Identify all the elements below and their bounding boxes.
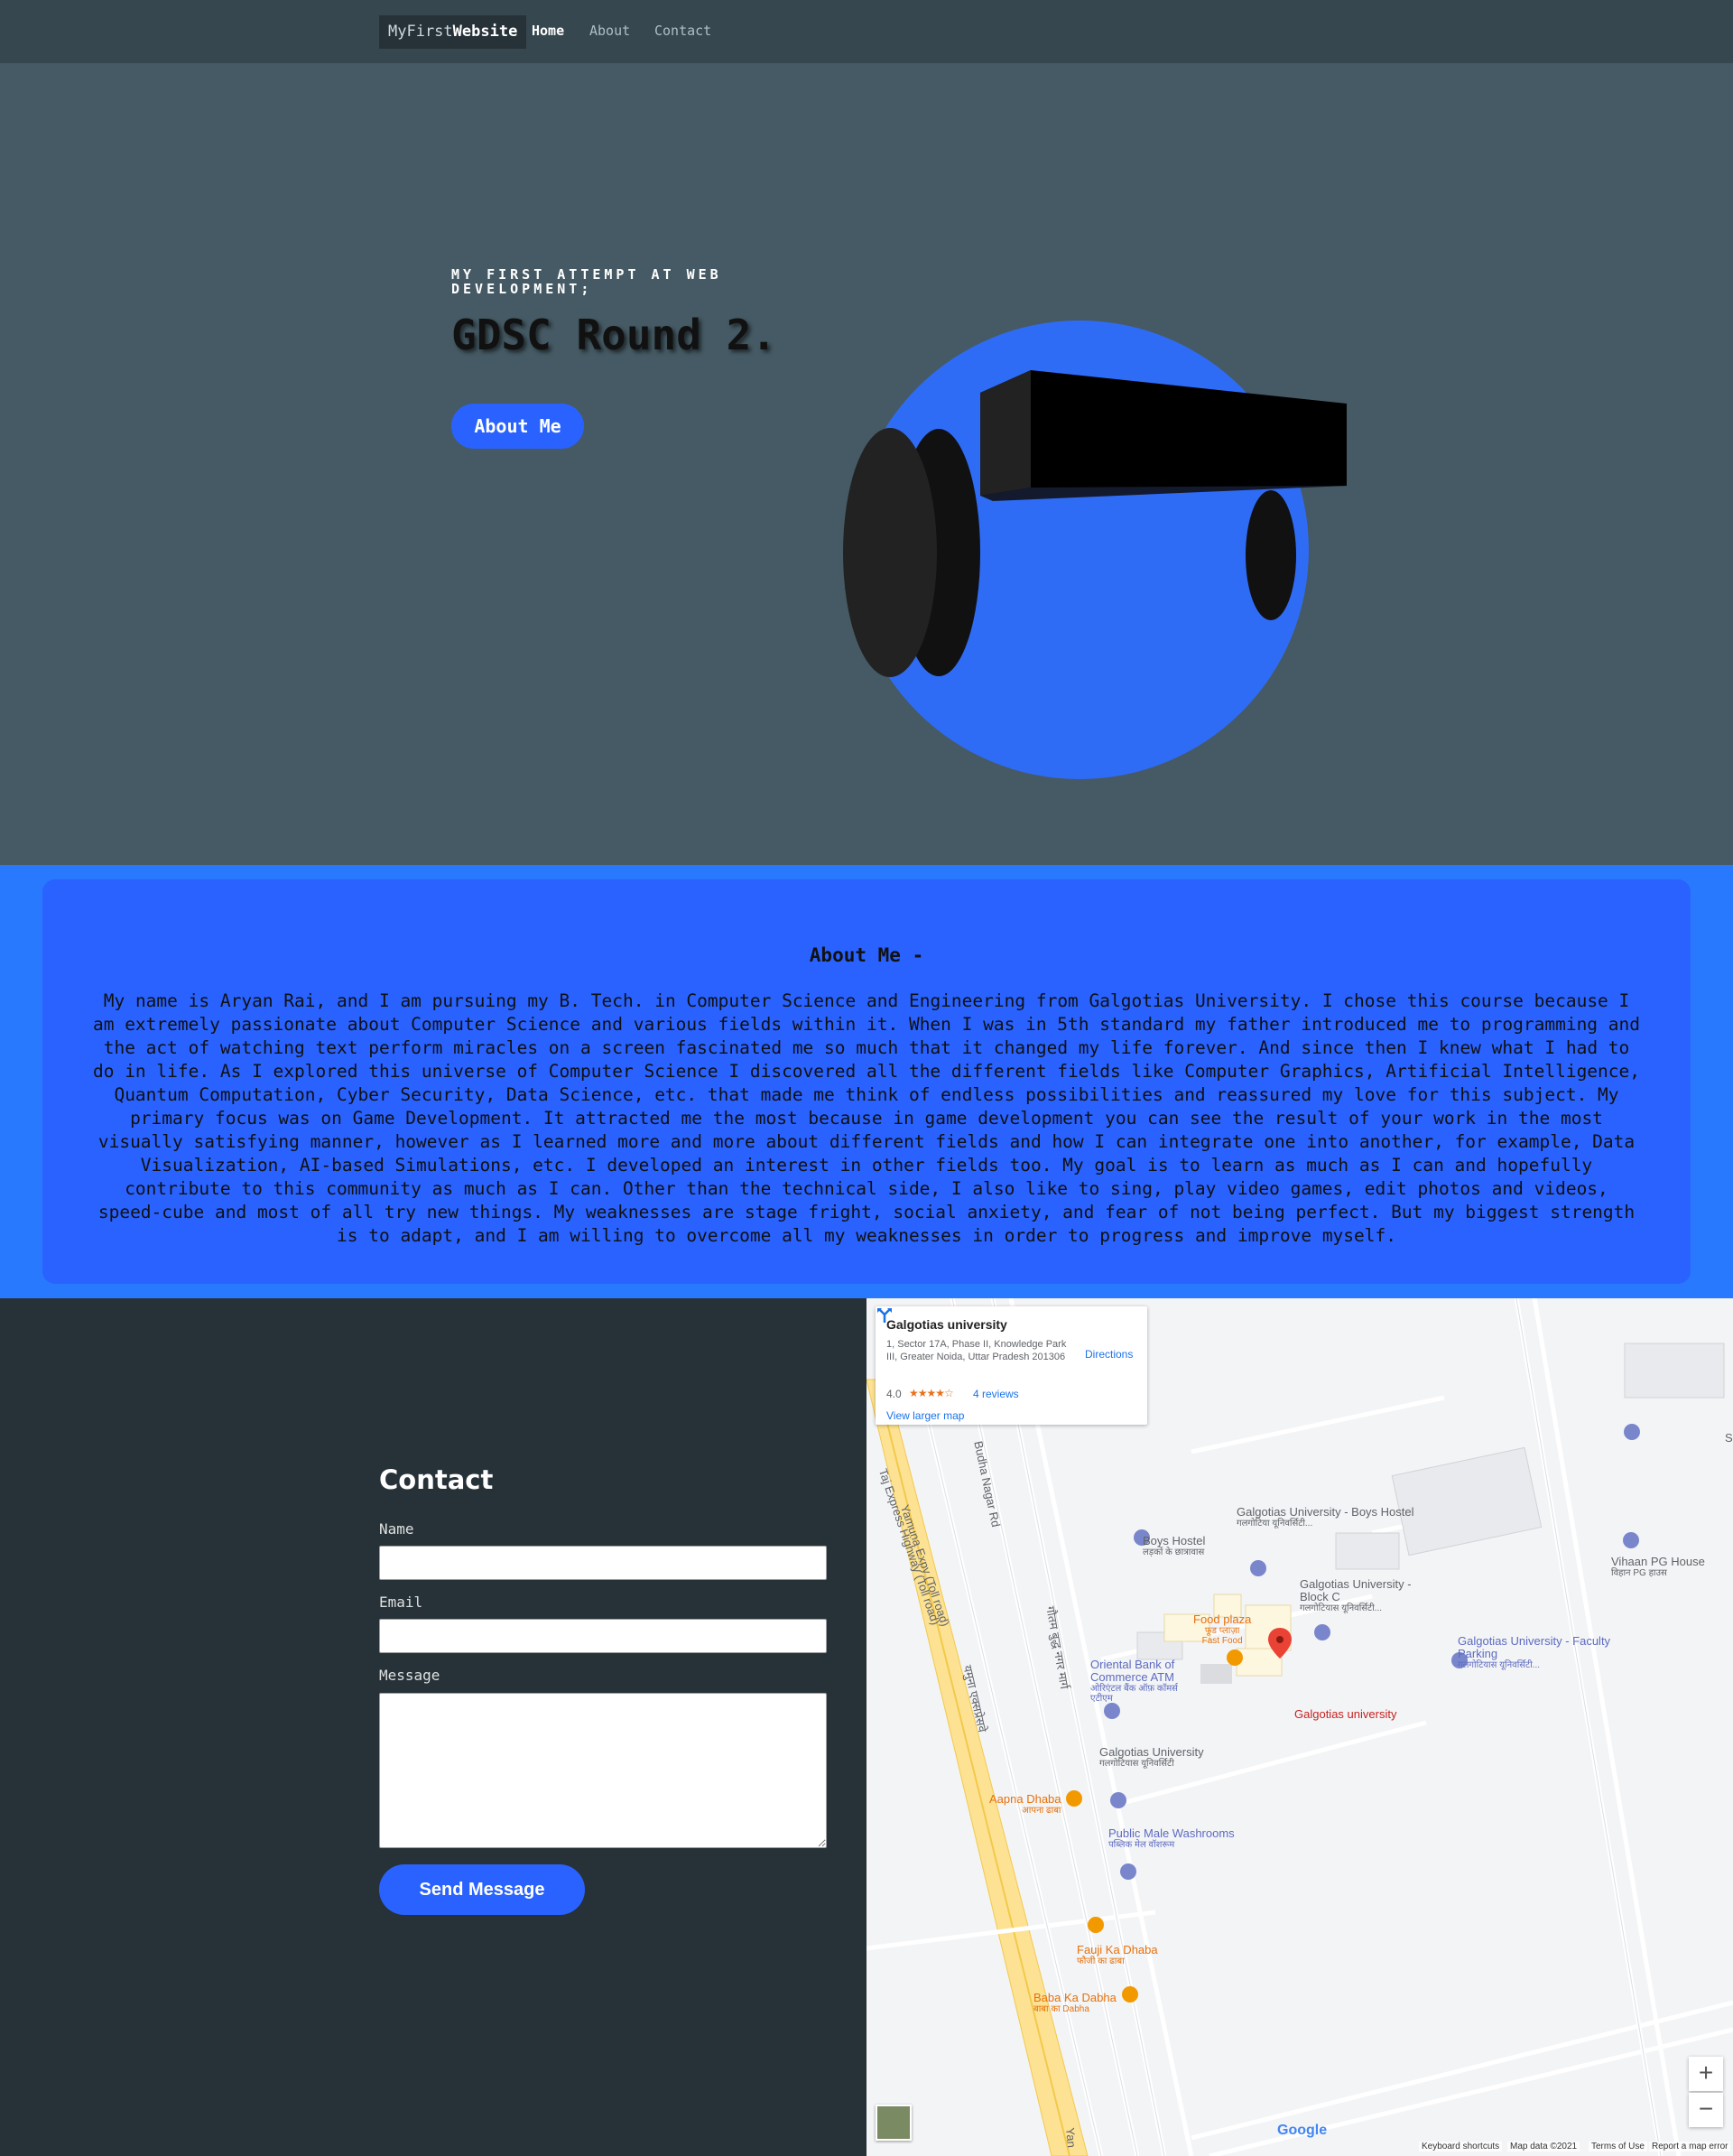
about-me-button[interactable]: About Me [451,404,584,449]
gu-main-label: Galgotias University गलगोटियास यूनिवर्सिट… [1099,1745,1204,1770]
directions-icon[interactable] [876,1306,894,1324]
road-label-edge: Yan [1063,2126,1079,2149]
name-label: Name [379,1520,414,1538]
send-message-button[interactable]: Send Message [379,1864,585,1915]
zoom-out-button[interactable]: − [1689,2093,1723,2127]
washrooms-label: Public Male Washrooms पब्लिक मेल वॉशरूम [1108,1826,1235,1851]
directions-link[interactable]: Directions [1085,1348,1133,1361]
edge-label-s: S [1725,1431,1733,1445]
obc-atm-label: Oriental Bank of Commerce ATM ओरिएंटल बैं… [1090,1658,1178,1705]
place-rating: 4.0 [886,1388,902,1400]
hero-section: MY FIRST ATTEMPT AT WEB DEVELOPMENT; GDS… [0,63,1733,865]
nav-contact-link[interactable]: Contact [654,23,711,39]
about-title: About Me - [809,944,924,966]
report-map-error-link[interactable]: Report a map error [1649,2142,1731,2151]
faculty-parking-label: Galgotias University - Faculty Parking गल… [1458,1634,1611,1671]
nav-home-link[interactable]: Home [532,23,564,39]
aapna-dhaba-label: Aapna Dhaba आपना ढाबा [989,1792,1061,1817]
about-text: My name is Aryan Rai, and I am pursuing … [92,990,1641,1246]
block-c-label: Galgotias University - Block C गलगोटियास … [1300,1577,1412,1614]
map-roads [866,1298,1733,2156]
vr-headset-illustration [843,321,1347,779]
contact-title: Contact [379,1464,494,1495]
name-input[interactable] [379,1546,827,1580]
satellite-toggle[interactable] [876,2105,912,2141]
boys-hostel-label: Boys Hostel लड़कों के छात्रावास [1143,1534,1206,1558]
place-name: Galgotias university [886,1317,1007,1332]
reviews-link[interactable]: 4 reviews [973,1388,1019,1400]
embedded-map[interactable]: Galgotias university 1, Sector 17A, Phas… [866,1298,1733,2156]
brand-prefix: MyFirst [388,23,453,41]
contact-section: Contact Name Email Message Send Message [0,1298,866,2156]
google-logo: Google [1277,2123,1328,2138]
message-label: Message [379,1667,440,1684]
brand-logo[interactable]: MyFirstWebsite [379,15,527,49]
rating-stars-icon: ★★★★☆ [909,1387,954,1399]
vihaan-pg-label: Vihaan PG House विहान PG हाउस [1611,1555,1705,1579]
baba-dhaba-label: Baba Ka Dabha बाबा का Dabha [1033,1991,1117,2015]
boys-hostel-gu-label: Galgotias University - Boys Hostel गलगोटि… [1237,1505,1414,1529]
message-textarea[interactable] [379,1693,827,1848]
nav-about-link[interactable]: About [589,23,630,39]
keyboard-shortcuts-link[interactable]: Keyboard shortcuts [1419,2142,1503,2151]
gu-pin-label: Galgotias university [1294,1707,1397,1721]
zoom-in-button[interactable]: + [1689,2057,1723,2091]
email-input[interactable] [379,1619,827,1653]
about-card: About Me - My name is Aryan Rai, and I a… [42,879,1691,1284]
navbar: MyFirstWebsite Home About Contact [0,0,1733,63]
hero-eyebrow: MY FIRST ATTEMPT AT WEB DEVELOPMENT; [451,266,722,297]
about-section: About Me - My name is Aryan Rai, and I a… [0,865,1733,1298]
terms-of-use-link[interactable]: Terms of Use [1589,2142,1647,2151]
view-larger-map-link[interactable]: View larger map [886,1409,964,1422]
place-address: 1, Sector 17A, Phase II, Knowledge Park … [886,1339,1067,1362]
map-data-text: Map data ©2021 [1507,2142,1580,2151]
fauji-dhaba-label: Fauji Ka Dhaba फौजी का ढाबा [1077,1943,1158,1967]
hero-title: GDSC Round 2. [451,311,777,359]
brand-bold: Website [452,23,518,41]
map-place-card: Galgotias university 1, Sector 17A, Phas… [876,1306,1147,1425]
food-plaza-label: Food plaza फूड प्लाज़ा Fast Food [1193,1612,1252,1647]
email-label: Email [379,1594,423,1611]
